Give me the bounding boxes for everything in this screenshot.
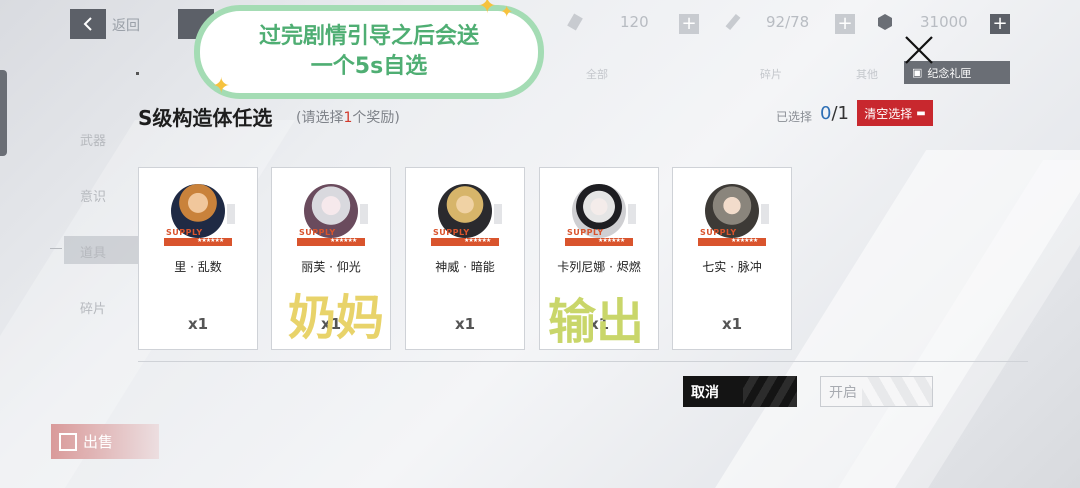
card-name: 神威 · 暗能 [435, 260, 495, 274]
character-card-3[interactable]: SUPPLY ★★★★★★ 神威 · 暗能 x1 [405, 167, 525, 350]
back-label[interactable]: 返回 [112, 15, 140, 35]
clear-selection-button[interactable]: 清空选择 ▬ [857, 100, 933, 126]
sell-button[interactable]: 出售 [51, 424, 159, 459]
back-button[interactable] [70, 9, 106, 39]
character-card-1[interactable]: SUPPLY ★★★★★★ 里 · 乱数 x1 [138, 167, 258, 350]
key-value: 92/78 [766, 13, 810, 31]
selected-count: 0/1 [820, 103, 849, 124]
side-nav-fragment[interactable]: 碎片 [80, 298, 106, 317]
add-coin-button[interactable]: + [990, 14, 1010, 34]
trash-icon: ▬ [916, 107, 926, 119]
sparkle-icon: ✦ [478, 0, 497, 19]
cancel-button[interactable]: 取消 [683, 376, 797, 407]
card-quantity: x1 [721, 315, 743, 333]
card-quantity: x1 [187, 315, 209, 333]
dialog-divider [138, 361, 1028, 362]
annotation-line-1: 过完剧情引导之后会送 [258, 24, 479, 49]
annotation-bubble: 过完剧情引导之后会送 一个5s自选 [194, 5, 544, 99]
gift-icon: ▣ [912, 66, 923, 79]
coin-icon [878, 14, 892, 30]
side-nav-arrow [50, 248, 62, 249]
sparkle-icon: ✦ [212, 74, 231, 99]
coin-value: 31000 [920, 13, 968, 31]
close-icon[interactable] [903, 34, 935, 66]
card-name: 丽芙 · 仰光 [301, 260, 361, 274]
sell-icon [59, 432, 77, 451]
add-stamina-button[interactable]: + [679, 14, 699, 34]
filter-other[interactable]: 其他 [856, 66, 878, 82]
stamina-value: 120 [620, 13, 649, 31]
gift-box-label: 纪念礼匣 [927, 66, 972, 80]
selected-label: 已选择 [776, 110, 813, 124]
edge-handle[interactable] [0, 70, 7, 156]
annotation-dps: 输出 [548, 294, 645, 350]
dialog-hint: (请选择1个奖励) [296, 110, 400, 126]
stamina-icon [567, 13, 583, 31]
dialog-title: S级构造体任选 [138, 106, 273, 130]
key-icon [725, 13, 741, 31]
character-card-5[interactable]: SUPPLY ★★★★★★ 七实 · 脉冲 x1 [672, 167, 792, 350]
filter-fragment[interactable]: 碎片 [760, 66, 782, 82]
side-nav-memory[interactable]: 意识 [80, 186, 106, 205]
sparkle-icon: ✦ [500, 2, 514, 21]
chevron-left-icon [83, 17, 92, 31]
side-nav-item[interactable]: 道具 [80, 242, 106, 261]
dialog-dot [136, 72, 139, 75]
annotation-healer: 奶妈 [288, 290, 385, 346]
card-name: 里 · 乱数 [174, 260, 222, 274]
filter-all[interactable]: 全部 [586, 66, 608, 82]
open-button[interactable]: 开启 [820, 376, 933, 407]
annotation-line-2: 一个5s自选 [310, 54, 428, 79]
card-quantity: x1 [454, 315, 476, 333]
add-key-button[interactable]: + [835, 14, 855, 34]
side-nav-weapon[interactable]: 武器 [80, 130, 106, 149]
card-name: 七实 · 脉冲 [702, 260, 762, 274]
card-name: 卡列尼娜 · 烬燃 [557, 260, 641, 274]
